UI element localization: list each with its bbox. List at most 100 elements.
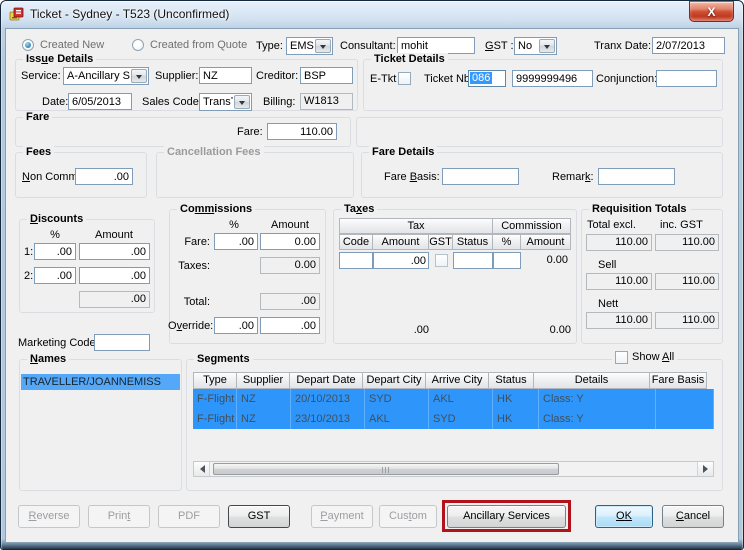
inc-gst-header: inc. GST <box>660 219 703 231</box>
etkt-label: E-Tkt <box>370 73 397 85</box>
fare-basis-input[interactable] <box>442 168 519 185</box>
fees-title: Fees <box>23 146 55 159</box>
segments-col-type: Type <box>193 372 237 389</box>
taxes-col-comm-amount: Amount <box>520 234 571 250</box>
names-title: Names <box>27 353 70 366</box>
segment-row[interactable]: F-Flight NZ 20/10/2013 SYD AKL HK Class:… <box>193 389 714 409</box>
etkt-checkbox[interactable] <box>398 72 411 85</box>
tax-gst-checkbox[interactable] <box>434 254 448 267</box>
ancillary-services-button[interactable]: Ancillary Services <box>447 505 566 528</box>
creditor-label: Creditor: <box>256 70 299 82</box>
requisition-totals-title: Requisition Totals <box>589 203 690 216</box>
fare-input[interactable] <box>267 123 337 140</box>
issue-date-input[interactable] <box>68 93 132 110</box>
sales-code-combo[interactable]: TransTa <box>199 93 252 111</box>
commissions-override-pct-input[interactable] <box>214 317 258 334</box>
nett-excl-value: 110.00 <box>586 312 652 329</box>
scroll-right-icon[interactable] <box>697 462 713 476</box>
fare-label: Fare: <box>237 126 263 138</box>
non-comm-label: Non Comm: <box>22 171 81 183</box>
discount-row1-amount-input[interactable] <box>79 243 150 260</box>
commissions-taxes-amount: 0.00 <box>260 257 320 274</box>
type-label: Type: <box>256 40 283 52</box>
tax-status-input[interactable] <box>453 252 493 269</box>
cancel-button[interactable]: Cancel <box>662 505 724 528</box>
service-label: Service: <box>21 70 61 82</box>
remark-label: Remark: <box>552 171 594 183</box>
consultant-input[interactable] <box>397 37 475 54</box>
creditor-input[interactable] <box>300 67 353 84</box>
cancellation-fees-title: Cancellation Fees <box>164 146 264 159</box>
created-new-radio[interactable] <box>22 39 34 51</box>
ticket-nbr-input[interactable] <box>512 70 593 87</box>
scroll-left-icon[interactable] <box>194 462 210 476</box>
ticket-nbr-airline-input[interactable]: 086 <box>468 70 506 87</box>
taxes-total: .00 <box>413 324 429 336</box>
service-combo[interactable]: A-Ancillary S <box>63 67 149 85</box>
remark-input[interactable] <box>598 168 675 185</box>
tax-comm-amount: 0.00 <box>546 254 568 266</box>
names-group: Names TRAVELLER/JOANNEMISS <box>19 353 182 491</box>
segments-col-depart-date: Depart Date <box>289 372 363 389</box>
segment-row[interactable]: F-Flight NZ 23/10/2013 AKL SYD HK Class:… <box>193 409 714 429</box>
segments-col-supplier: Supplier <box>236 372 290 389</box>
segments-group: Segments Type Supplier Depart Date Depar… <box>186 353 723 491</box>
discount-row2-amount-input[interactable] <box>79 267 150 284</box>
commissions-group: Commissions % Amount Fare: Taxes: 0.00 T… <box>168 203 326 344</box>
segments-col-status: Status <box>488 372 534 389</box>
marketing-code-input[interactable] <box>94 334 150 351</box>
total-incl-value: 110.00 <box>655 234 719 251</box>
taxes-col-gst: GST <box>428 234 453 250</box>
discount-row2-pct-input[interactable] <box>34 267 76 284</box>
commissions-title: Commissions <box>177 203 256 216</box>
supplier-input[interactable] <box>199 67 252 84</box>
scrollbar-thumb[interactable] <box>213 463 559 475</box>
ok-button[interactable]: OK <box>595 505 653 528</box>
tranx-date-input[interactable] <box>652 37 725 54</box>
commissions-fare-pct-input[interactable] <box>214 233 258 250</box>
close-button[interactable]: X <box>689 1 734 22</box>
ticket-details-group: Ticket Details E-Tkt Ticket Nbr: 086 Con… <box>363 53 723 111</box>
fare-details-group: Fare Details Fare Basis: Remark: <box>361 146 723 198</box>
tax-amount-input[interactable] <box>373 252 429 269</box>
show-all-control[interactable]: Show All <box>612 351 678 364</box>
commissions-fare-amount-input[interactable] <box>260 233 320 250</box>
issue-details-group: Issue Details Service: A-Ancillary S Sup… <box>15 53 358 111</box>
sell-label: Sell <box>598 259 617 271</box>
window-title: Ticket - Sydney - T523 (Unconfirmed) <box>30 7 230 21</box>
commissions-override-amount-input[interactable] <box>260 317 320 334</box>
scrollbar-track[interactable] <box>210 462 697 476</box>
segments-header-row: Type Supplier Depart Date Depart City Ar… <box>193 372 714 389</box>
discounts-total: .00 <box>79 291 150 308</box>
gst-combo-dropdown-icon[interactable] <box>539 39 555 53</box>
gst-button[interactable]: GST <box>228 505 290 528</box>
tax-comm-pct-input[interactable] <box>493 252 521 269</box>
name-list-item[interactable]: TRAVELLER/JOANNEMISS <box>21 374 180 390</box>
taxes-col-status: Status <box>452 234 493 250</box>
type-combo[interactable]: EMS <box>286 37 333 55</box>
show-all-checkbox[interactable] <box>615 351 628 364</box>
non-comm-input[interactable] <box>75 168 133 185</box>
created-from-quote-radio[interactable] <box>132 39 144 51</box>
sell-excl-value: 110.00 <box>586 273 652 290</box>
billing-label: Billing: <box>263 96 296 108</box>
discounts-pct-header: % <box>50 229 60 241</box>
tax-row: 0.00 <box>339 252 571 269</box>
conjunction-input[interactable] <box>656 70 717 87</box>
segments-horizontal-scrollbar[interactable] <box>193 461 714 477</box>
ticket-details-title: Ticket Details <box>371 53 448 66</box>
taxes-tax-span-header: Tax <box>339 218 493 234</box>
taxes-col-pct: % <box>492 234 521 250</box>
fees-group: Fees Non Comm: <box>15 146 147 198</box>
discount-row1-pct-input[interactable] <box>34 243 76 260</box>
created-from-quote-label: Created from Quote <box>150 39 248 51</box>
sales-code-combo-dropdown-icon[interactable] <box>234 95 250 109</box>
type-combo-dropdown-icon[interactable] <box>315 39 331 53</box>
service-combo-dropdown-icon[interactable] <box>131 69 147 83</box>
total-excl-header: Total excl. <box>587 219 636 231</box>
segments-table: Type Supplier Depart Date Depart City Ar… <box>193 372 714 429</box>
app-icon <box>9 6 25 22</box>
gst-combo[interactable]: No <box>514 37 557 55</box>
tax-code-input[interactable] <box>339 252 373 269</box>
print-button: Prin t <box>88 505 150 528</box>
